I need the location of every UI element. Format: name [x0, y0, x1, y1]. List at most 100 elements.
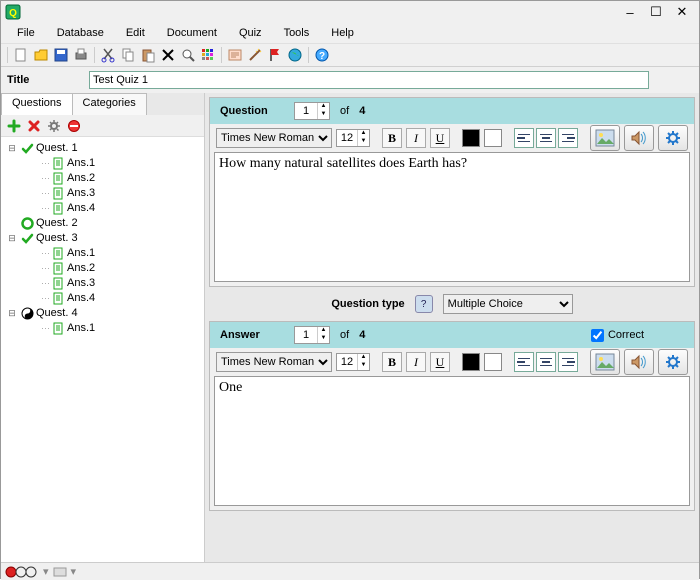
status-indicator-icon	[5, 566, 39, 578]
minimize-button[interactable]: ‒	[617, 3, 643, 21]
copy-icon[interactable]	[119, 46, 137, 64]
svg-text:Q: Q	[9, 8, 17, 19]
question-font-select[interactable]: Times New Roman	[216, 128, 332, 148]
bg-color-swatch[interactable]	[484, 129, 502, 147]
bold-button[interactable]: B	[382, 128, 402, 148]
tree-row[interactable]: ⊟ Quest. 3	[3, 231, 202, 246]
tree-row[interactable]: ⊟ Quest. 4	[3, 306, 202, 321]
gear-icon[interactable]	[47, 119, 61, 133]
tree-row[interactable]: ⋯ Ans.4	[3, 291, 202, 306]
align-center-button[interactable]	[536, 128, 556, 148]
correct-checkbox-wrap[interactable]: Correct	[591, 329, 644, 342]
tree-row[interactable]: ⋯ Ans.1	[3, 156, 202, 171]
title-row: Title	[1, 67, 699, 93]
tree-item-label: Quest. 3	[36, 231, 78, 246]
italic-button[interactable]: I	[406, 352, 426, 372]
align-right-button[interactable]	[558, 128, 578, 148]
help-icon[interactable]: ?	[313, 46, 331, 64]
underline-button[interactable]: U	[430, 352, 450, 372]
maximize-button[interactable]: ☐	[643, 3, 669, 21]
menu-database[interactable]: Database	[47, 25, 114, 41]
insert-image-button[interactable]	[590, 125, 620, 151]
question-header: Question ▲▼ of 4	[210, 98, 694, 124]
forbidden-icon[interactable]	[67, 119, 81, 133]
remove-icon[interactable]	[27, 119, 41, 133]
insert-sound-button[interactable]	[624, 125, 654, 151]
globe-icon[interactable]	[286, 46, 304, 64]
question-number-box[interactable]: ▲▼	[294, 102, 330, 120]
tree-item-label: Ans.4	[67, 201, 95, 216]
answer-settings-button[interactable]	[658, 349, 688, 375]
bg-color-swatch[interactable]	[484, 353, 502, 371]
tab-categories[interactable]: Categories	[72, 93, 147, 115]
new-icon[interactable]	[12, 46, 30, 64]
question-editor[interactable]: How many natural satellites does Earth h…	[214, 152, 690, 282]
answer-number-box[interactable]: ▲▼	[294, 326, 330, 344]
paste-icon[interactable]	[139, 46, 157, 64]
menu-tools[interactable]: Tools	[274, 25, 320, 41]
tree-row[interactable]: ⋯ Ans.4	[3, 201, 202, 216]
menu-help[interactable]: Help	[321, 25, 364, 41]
question-tree[interactable]: ⊟ Quest. 1⋯ Ans.1⋯ Ans.2⋯ Ans.3⋯ Ans.4 Q…	[1, 137, 204, 562]
answer-editor[interactable]: One	[214, 376, 690, 506]
answer-number-up[interactable]: ▲	[317, 327, 329, 335]
tree-row[interactable]: ⋯ Ans.2	[3, 171, 202, 186]
answer-font-select[interactable]: Times New Roman	[216, 352, 332, 372]
tree-row[interactable]: ⋯ Ans.1	[3, 246, 202, 261]
question-size-box[interactable]: ▲▼	[336, 129, 370, 147]
answer-size-box[interactable]: ▲▼	[336, 353, 370, 371]
search-icon[interactable]	[179, 46, 197, 64]
save-icon[interactable]	[52, 46, 70, 64]
page-icon	[52, 187, 65, 200]
left-tabs: Questions Categories	[1, 93, 204, 115]
bold-button[interactable]: B	[382, 352, 402, 372]
tree-row[interactable]: ⊟ Quest. 1	[3, 141, 202, 156]
question-size-input[interactable]	[337, 132, 357, 144]
answer-number-down[interactable]: ▼	[317, 335, 329, 343]
tree-row[interactable]: ⋯ Ans.3	[3, 276, 202, 291]
correct-checkbox[interactable]	[591, 329, 604, 342]
tree-row[interactable]: ⋯ Ans.1	[3, 321, 202, 336]
tree-item-label: Ans.1	[67, 156, 95, 171]
tree-row[interactable]: Quest. 2	[3, 216, 202, 231]
question-type-select[interactable]: Multiple Choice	[443, 294, 573, 314]
open-icon[interactable]	[32, 46, 50, 64]
wand-icon[interactable]	[246, 46, 264, 64]
align-left-button[interactable]	[514, 128, 534, 148]
question-number-input[interactable]	[295, 105, 317, 117]
text-color-swatch[interactable]	[462, 129, 480, 147]
close-button[interactable]: ✕	[669, 3, 695, 21]
tree-row[interactable]: ⋯ Ans.3	[3, 186, 202, 201]
flag-icon[interactable]	[266, 46, 284, 64]
align-left-button[interactable]	[514, 352, 534, 372]
menu-edit[interactable]: Edit	[116, 25, 155, 41]
answer-size-input[interactable]	[337, 356, 357, 368]
underline-button[interactable]: U	[430, 128, 450, 148]
answer-number-input[interactable]	[295, 329, 317, 341]
question-type-row: Question type ? Multiple Choice	[209, 291, 695, 317]
title-input[interactable]	[89, 71, 649, 89]
print-icon[interactable]	[72, 46, 90, 64]
question-number-down[interactable]: ▼	[317, 111, 329, 119]
question-number-up[interactable]: ▲	[317, 103, 329, 111]
insert-sound-button[interactable]	[624, 349, 654, 375]
menu-file[interactable]: File	[7, 25, 45, 41]
delete-icon[interactable]	[159, 46, 177, 64]
menu-quiz[interactable]: Quiz	[229, 25, 272, 41]
tree-row[interactable]: ⋯ Ans.2	[3, 261, 202, 276]
cut-icon[interactable]	[99, 46, 117, 64]
main-toolbar: ?	[1, 43, 699, 67]
left-panel: Questions Categories ⊟ Quest. 1⋯ Ans.1⋯ …	[1, 93, 205, 562]
preview-icon[interactable]	[226, 46, 244, 64]
align-right-button[interactable]	[558, 352, 578, 372]
grid-icon[interactable]	[199, 46, 217, 64]
tab-questions[interactable]: Questions	[1, 93, 73, 115]
align-center-button[interactable]	[536, 352, 556, 372]
add-icon[interactable]	[7, 119, 21, 133]
menu-document[interactable]: Document	[157, 25, 227, 41]
insert-image-button[interactable]	[590, 349, 620, 375]
italic-button[interactable]: I	[406, 128, 426, 148]
text-color-swatch[interactable]	[462, 353, 480, 371]
question-type-help-icon[interactable]: ?	[415, 295, 433, 313]
question-settings-button[interactable]	[658, 125, 688, 151]
